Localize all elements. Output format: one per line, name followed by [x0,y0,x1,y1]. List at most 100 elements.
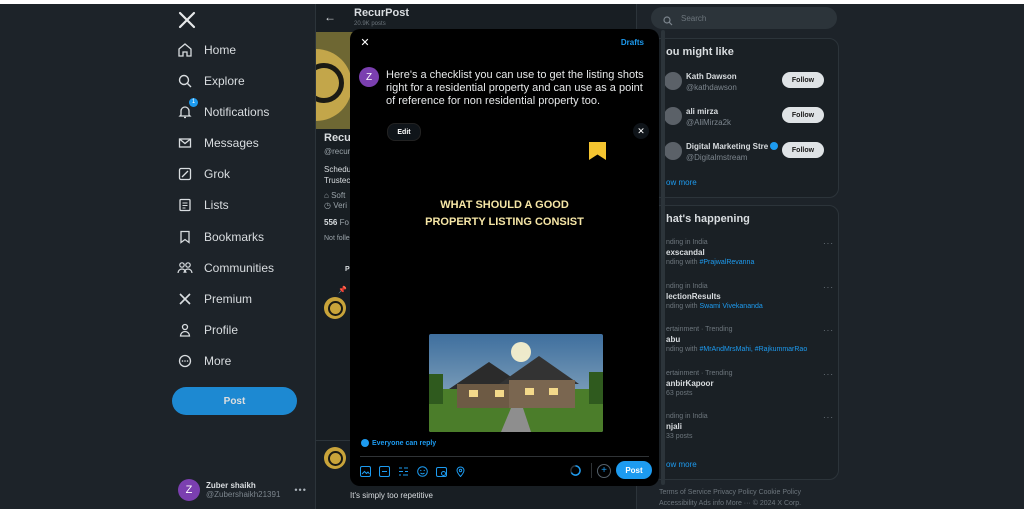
trend-item[interactable]: nding in India njali 33 posts ··· [666,413,833,440]
nav-label: Premium [204,292,253,306]
character-count-ring-icon [570,465,581,476]
more-dots-icon[interactable]: ··· [823,413,834,422]
trend-sub: 63 posts [666,390,693,397]
trend-item[interactable]: ertainment · Trending anbirKapoor 63 pos… [666,370,833,397]
trend-context: ertainment · Trending [666,370,733,377]
nav-label: Grok [204,167,231,181]
nav-messages[interactable]: Messages [176,130,259,156]
trend-title: abu [666,335,681,344]
grok-icon [176,165,194,183]
account-name: Zuber shaikh [206,481,256,490]
compose-toolbar [360,463,474,479]
nav-premium[interactable]: Premium [176,286,252,312]
avatar [664,107,682,125]
trend-title: anbirKapoor [666,379,714,388]
follow-button[interactable]: Follow [782,107,824,123]
suggestion-row[interactable]: Digital Marketing Stre @Digitalmstream F… [664,140,834,166]
image-headline-line: WHAT SHOULD A GOOD [440,199,569,211]
avatar [664,72,682,90]
x-logo-icon [176,290,194,308]
nav-home[interactable]: Home [176,37,236,63]
nav-lists[interactable]: Lists [176,192,229,218]
more-dots-icon: ••• [294,485,307,495]
suggestion-handle: @kathdawson [686,83,737,92]
nav-more[interactable]: More [176,348,231,374]
suggestion-name: ali mirza [686,107,719,116]
trend-link[interactable]: #MrAndMrsMahi, #RajkummarRao [699,346,807,353]
search-icon [663,13,673,26]
more-circle-icon [176,352,194,370]
emoji-icon[interactable] [417,465,428,477]
post-avatar[interactable] [324,447,346,469]
bookmark-ribbon-icon [589,142,606,160]
trend-link[interactable]: #PrajwalRevanna [699,259,754,266]
more-dots-icon[interactable]: ··· [823,239,834,248]
show-more-link[interactable]: ow more [666,460,697,469]
person-icon [176,321,194,339]
trend-title: exscandal [666,248,705,257]
schedule-icon[interactable] [436,466,447,477]
trend-sub-prefix: nding with [666,346,700,353]
nav-notifications[interactable]: 1 Notifications [176,98,269,125]
post-button[interactable]: Post [172,387,297,415]
reply-setting-button[interactable]: Everyone can reply [361,439,436,447]
profile-bio: Schedu [324,165,352,174]
bookmark-icon [176,228,194,246]
gif-icon[interactable] [379,465,390,477]
show-more-link[interactable]: ow more [666,178,697,187]
trends-panel: hat's happening nding in India exscandal… [651,205,839,480]
post-text: It's simply too repetitive [350,491,433,500]
suggestion-row[interactable]: Kath Dawson @kathdawson Follow [664,70,834,96]
suggestion-handle: @Digitalmstream [686,153,748,162]
drafts-button[interactable]: Drafts [621,38,644,47]
followers-number: 556 [324,218,338,227]
trend-sub: 33 posts [666,433,693,440]
post-avatar[interactable] [324,297,346,319]
followers-count[interactable]: 556 Fo [324,218,349,227]
compose-textarea[interactable]: Here's a checklist you can use to get th… [386,69,651,108]
more-dots-icon[interactable]: ··· [823,283,834,292]
location-icon[interactable] [455,466,466,477]
trend-link[interactable]: Swami Vivekananda [699,303,762,310]
footer-line[interactable]: Accessibility Ads info More ··· © 2024 X… [659,498,839,509]
more-dots-icon[interactable]: ··· [823,326,834,335]
verified-badge-icon [770,142,779,150]
nav-label: Bookmarks [204,230,265,244]
trend-item[interactable]: nding in India exscandal nding with #Pra… [666,239,833,266]
list-icon [176,196,194,214]
trend-title: lectionResults [666,292,721,301]
nav-communities[interactable]: Communities [176,255,274,281]
page-title: RecurPost [354,7,410,19]
search-icon [176,72,194,90]
x-logo-icon[interactable] [177,10,199,32]
post-submit-button[interactable]: Post [616,461,652,479]
profile-bio: Trustec [324,176,351,185]
not-followed-note: Not folle [324,235,350,242]
more-dots-icon[interactable]: ··· [823,370,834,379]
follow-button[interactable]: Follow [782,72,824,88]
account-switcher[interactable]: Z Zuber shaikh @Zubershaikh21391 ••• [178,476,308,504]
trend-item[interactable]: nding in India lectionResults nding with… [666,283,833,310]
nav-bookmarks[interactable]: Bookmarks [176,224,264,250]
remove-media-icon[interactable]: ✕ [633,123,649,139]
trend-context: nding in India [666,239,708,246]
close-icon[interactable]: ✕ [359,37,371,49]
image-icon[interactable] [360,465,371,477]
nav-profile[interactable]: Profile [176,317,238,343]
trend-context: nding in India [666,283,708,290]
add-post-icon[interactable]: + [597,464,611,478]
search-input[interactable]: Search [651,7,837,29]
reply-setting-label: Everyone can reply [372,439,437,447]
footer-line[interactable]: Terms of Service Privacy Policy Cookie P… [659,487,839,498]
nav-explore[interactable]: Explore [176,68,245,94]
trend-item[interactable]: ertainment · Trending abu nding with #Mr… [666,326,833,353]
suggestion-name: Digital Marketing Stre [686,142,769,151]
edit-media-button[interactable]: Edit [387,123,421,141]
follow-button[interactable]: Follow [782,142,824,158]
nav-grok[interactable]: Grok [176,161,230,187]
back-arrow-icon[interactable]: ← [324,10,336,24]
trend-context: ertainment · Trending [666,326,733,333]
suggestion-row[interactable]: ali mirza @AliMirza2k Follow [664,105,834,131]
scrollbar[interactable] [661,30,665,485]
poll-icon[interactable] [398,466,409,477]
